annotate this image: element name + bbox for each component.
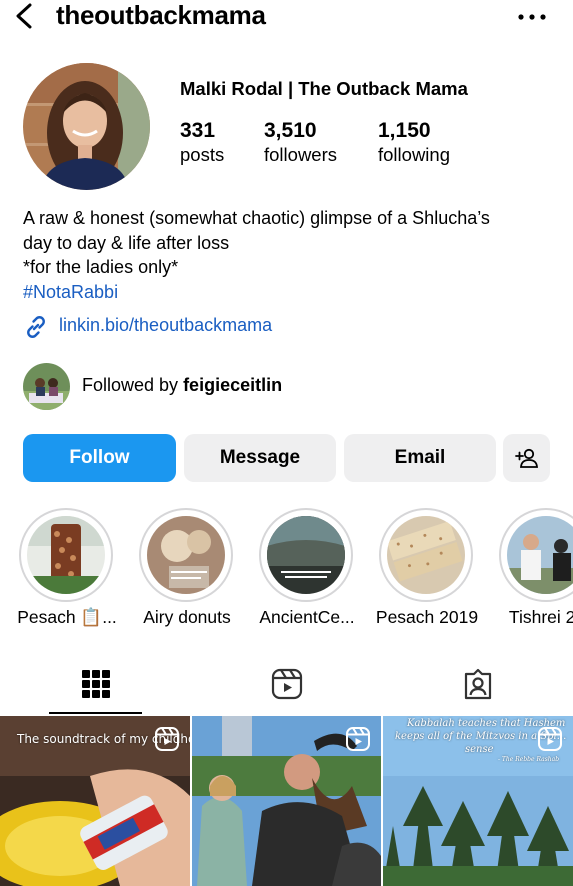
back-arrow-icon[interactable] bbox=[12, 2, 36, 30]
highlight-label: Airy donuts bbox=[143, 607, 231, 627]
highlight-ring bbox=[379, 508, 473, 602]
profile-username: theoutbackmama bbox=[56, 0, 266, 30]
add-user-icon bbox=[514, 448, 538, 468]
suggested-users-button[interactable] bbox=[503, 434, 550, 482]
following-label: following bbox=[378, 144, 450, 165]
grid-icon bbox=[81, 670, 110, 698]
post-caption-attribution: - The Rebbe Rashab bbox=[498, 756, 560, 763]
more-options-icon[interactable] bbox=[518, 14, 546, 20]
post-caption-overlay: sense bbox=[465, 744, 494, 755]
reels-icon bbox=[271, 668, 302, 700]
highlight-cover bbox=[387, 516, 465, 594]
reel-indicator-icon bbox=[346, 727, 370, 751]
followed-by-row[interactable]: Followed by feigieceitlin bbox=[23, 363, 423, 411]
bio-line: *for the ladies only* bbox=[23, 257, 179, 277]
link-icon bbox=[27, 316, 45, 338]
posts-stat[interactable]: 331 posts bbox=[180, 119, 224, 167]
active-tab-indicator bbox=[49, 712, 142, 714]
email-button[interactable]: Email bbox=[344, 434, 496, 482]
highlight-ring bbox=[139, 508, 233, 602]
mutual-follower-name[interactable]: feigieceitlin bbox=[183, 375, 282, 395]
followed-by-text: Followed by feigieceitlin bbox=[82, 375, 282, 396]
tab-tagged[interactable] bbox=[382, 652, 573, 716]
reel-indicator-icon bbox=[155, 727, 179, 751]
followers-count: 3,510 bbox=[264, 119, 317, 142]
highlight-cover bbox=[267, 516, 345, 594]
highlight-ring bbox=[19, 508, 113, 602]
following-stat[interactable]: 1,150 following bbox=[378, 119, 450, 167]
tab-reels[interactable] bbox=[191, 652, 382, 716]
post-thumbnail[interactable]: The soundtrack of my childhood bbox=[0, 716, 190, 886]
profile-avatar[interactable] bbox=[23, 63, 150, 190]
post-thumbnail[interactable]: Kabbalah teaches that Hashem keeps all o… bbox=[383, 716, 573, 886]
profile-tabs bbox=[0, 652, 573, 716]
tab-posts-grid[interactable] bbox=[0, 652, 191, 716]
followed-by-prefix: Followed by bbox=[82, 375, 184, 395]
highlight-label: Pesach 📋... bbox=[17, 607, 117, 627]
posts-count: 331 bbox=[180, 119, 216, 142]
bio-hashtag-link[interactable]: #NotaRabbi bbox=[23, 280, 563, 305]
highlight-cover bbox=[507, 516, 573, 594]
highlight-ring bbox=[499, 508, 573, 602]
post-thumbnail[interactable] bbox=[192, 716, 381, 886]
posts-label: posts bbox=[180, 144, 225, 165]
profile-header: theoutbackmama bbox=[0, 0, 573, 34]
mutual-follower-avatar[interactable] bbox=[23, 363, 70, 410]
display-name: Malki Rodal | The Outback Mama bbox=[180, 78, 468, 99]
posts-grid: The soundtrack of my childhood bbox=[0, 716, 573, 886]
followers-label: followers bbox=[264, 144, 337, 165]
highlight-label: Pesach 2019 bbox=[375, 607, 479, 627]
tagged-icon bbox=[464, 668, 491, 700]
reel-indicator-icon bbox=[538, 727, 562, 751]
highlight-cover bbox=[27, 516, 105, 594]
external-link-text[interactable]: linkin.bio/theoutbackmama bbox=[59, 315, 272, 336]
bio-line: day to day & life after loss bbox=[23, 232, 230, 253]
profile-bio: A raw & honest (somewhat chaotic) glimps… bbox=[23, 206, 563, 304]
followers-stat[interactable]: 3,510 followers bbox=[264, 119, 337, 167]
highlight-label: Tishrei 20 bbox=[508, 607, 573, 627]
highlight-label: AncientCe... bbox=[259, 607, 355, 627]
highlight-cover bbox=[147, 516, 225, 594]
highlight-ring bbox=[259, 508, 353, 602]
bio-line: A raw & honest (somewhat chaotic) glimps… bbox=[23, 208, 490, 228]
following-count: 1,150 bbox=[378, 119, 431, 142]
message-button[interactable]: Message bbox=[184, 434, 336, 482]
follow-button[interactable]: Follow bbox=[23, 434, 176, 482]
